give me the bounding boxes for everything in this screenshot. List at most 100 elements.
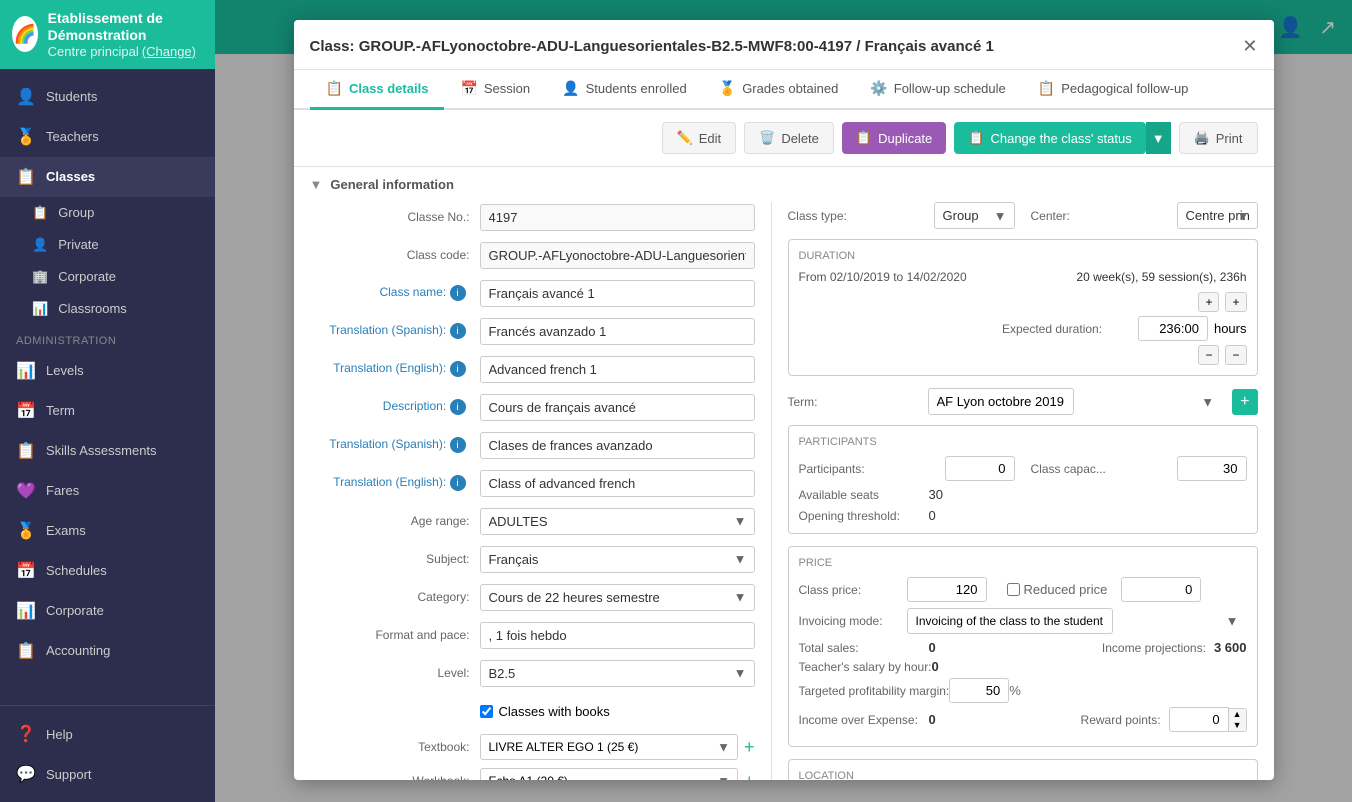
tab-grades-obtained[interactable]: 🏅 Grades obtained	[703, 70, 855, 110]
trans-spanish2-input[interactable]	[480, 432, 755, 459]
sidebar-item-classrooms[interactable]: 📊 Classrooms	[0, 293, 215, 325]
duration-plus1-button[interactable]: +	[1198, 292, 1219, 312]
sidebar-item-levels[interactable]: 📊 Levels	[0, 351, 215, 391]
duration-plus2-button[interactable]: +	[1225, 292, 1246, 312]
teachers-icon: 🏅	[16, 127, 36, 147]
term-add-button[interactable]: +	[1232, 389, 1257, 415]
sidebar-item-teachers[interactable]: 🏅 Teachers	[0, 117, 215, 157]
skills-icon: 📋	[16, 441, 36, 461]
participants-label: Participants:	[799, 462, 929, 476]
sidebar-item-corporate[interactable]: 🏢 Corporate	[0, 261, 215, 293]
subject-select[interactable]: Français	[480, 546, 755, 573]
workbook-add-button[interactable]: +	[738, 771, 755, 781]
income-projections-value: 3 600	[1214, 640, 1247, 655]
tab-session[interactable]: 📅 Session	[444, 70, 546, 110]
class-type-select[interactable]: Group	[934, 202, 1015, 229]
tab-follow-up-schedule[interactable]: ⚙️ Follow-up schedule	[854, 70, 1021, 110]
trans-spanish-info-icon: i	[450, 323, 466, 339]
edit-button[interactable]: ✏️ Edit	[662, 122, 737, 154]
students-icon: 👤	[16, 87, 36, 107]
form-row-classes-books: Classes with books	[480, 696, 755, 726]
form-row-trans-english: Translation (English): i	[310, 354, 755, 384]
hours-label: hours	[1214, 321, 1247, 336]
change-status-dropdown[interactable]: ▼	[1146, 122, 1171, 154]
reward-spin-down-button[interactable]: ▼	[1229, 720, 1246, 731]
tab-class-details[interactable]: 📋 Class details	[310, 70, 445, 110]
trans-english2-input[interactable]	[480, 470, 755, 497]
sidebar-item-private[interactable]: 👤 Private	[0, 229, 215, 261]
category-select[interactable]: Cours de 22 heures semestre	[480, 584, 755, 611]
age-range-select[interactable]: ADULTES	[480, 508, 755, 535]
trans-spanish-input[interactable]	[480, 318, 755, 345]
sidebar-item-help[interactable]: ❓ Help	[0, 714, 215, 754]
reduced-price-input[interactable]	[1121, 577, 1201, 602]
tab-students-enrolled[interactable]: 👤 Students enrolled	[546, 70, 703, 110]
center-select-wrap: Centre principal ▼	[1177, 202, 1258, 229]
class-capac-input[interactable]	[1177, 456, 1247, 481]
sidebar-item-term[interactable]: 📅 Term	[0, 391, 215, 431]
class-name-input[interactable]	[480, 280, 755, 307]
class-price-input[interactable]	[907, 577, 987, 602]
duration-plus-row: + +	[799, 292, 1247, 312]
sidebar-item-corporate2[interactable]: 📊 Corporate	[0, 591, 215, 631]
invoicing-select[interactable]: Invoicing of the class to the student	[907, 608, 1113, 634]
sidebar-item-accounting[interactable]: 📋 Accounting	[0, 631, 215, 671]
center-select[interactable]: Centre principal	[1177, 202, 1258, 229]
workbook-select[interactable]: Echo A1 (20 €)	[480, 768, 738, 780]
reward-points-label: Reward points:	[1081, 713, 1161, 727]
level-select[interactable]: B2.5	[480, 660, 755, 687]
reward-points-input[interactable]	[1169, 707, 1229, 732]
level-label: Level:	[310, 666, 480, 680]
close-button[interactable]: ✕	[1242, 36, 1257, 69]
sidebar-item-skills[interactable]: 📋 Skills Assessments	[0, 431, 215, 471]
type-center-row: Class type: Group ▼ Center: Centre pri	[788, 202, 1258, 229]
targeted-margin-input[interactable]	[949, 678, 1009, 703]
duration-dates-row: From 02/10/2019 to 14/02/2020 20 week(s)…	[799, 270, 1247, 284]
income-expense-value: 0	[929, 712, 936, 727]
class-type-select-wrap: Group ▼	[934, 202, 1015, 229]
sidebar-item-students[interactable]: 👤 Students	[0, 77, 215, 117]
classe-no-input[interactable]	[480, 204, 755, 231]
available-seats-row: Available seats 30	[799, 487, 1247, 502]
term-select[interactable]: AF Lyon octobre 2019	[928, 388, 1074, 415]
reward-spin-up-button[interactable]: ▲	[1229, 709, 1246, 720]
change-status-button[interactable]: 📋 Change the class' status	[954, 122, 1145, 154]
expected-duration-input[interactable]	[1138, 316, 1208, 341]
class-type-label: Class type:	[788, 209, 918, 223]
price-row: Class price: Reduced price	[799, 577, 1247, 602]
textbook-select[interactable]: LIVRE ALTER EGO 1 (25 €)	[480, 734, 738, 760]
trans-english-info-icon: i	[450, 361, 466, 377]
sidebar-item-group[interactable]: 📋 Group	[0, 197, 215, 229]
reward-spin-buttons: ▲ ▼	[1229, 708, 1247, 732]
delete-button[interactable]: 🗑️ Delete	[744, 122, 834, 154]
duration-minus1-button[interactable]: −	[1198, 345, 1219, 365]
form-row-classe-no: Classe No.:	[310, 202, 755, 232]
sidebar-item-classes[interactable]: 📋 Classes	[0, 157, 215, 197]
description-input[interactable]	[480, 394, 755, 421]
sidebar: 🌈 Etablissement de Démonstration Centre …	[0, 0, 215, 802]
format-pace-input[interactable]	[480, 622, 755, 649]
reduced-price-checkbox[interactable]	[1007, 583, 1020, 596]
levels-icon: 📊	[16, 361, 36, 381]
sidebar-item-fares[interactable]: 💜 Fares	[0, 471, 215, 511]
participants-section: Participants Participants: Class capac..…	[788, 425, 1258, 534]
print-button[interactable]: 🖨️ Print	[1179, 122, 1258, 154]
sidebar-item-exams[interactable]: 🏅 Exams	[0, 511, 215, 551]
class-code-input[interactable]	[480, 242, 755, 269]
duration-title: Duration	[799, 250, 1247, 262]
classes-with-books-checkbox[interactable]	[480, 705, 493, 718]
sidebar-item-support[interactable]: 💬 Support	[0, 754, 215, 794]
corporate2-icon: 📊	[16, 601, 36, 621]
exams-icon: 🏅	[16, 521, 36, 541]
sidebar-item-schedules[interactable]: 📅 Schedules	[0, 551, 215, 591]
reduced-price-label: Reduced price	[1007, 582, 1108, 597]
trans-english-input[interactable]	[480, 356, 755, 383]
tab-pedagogical-follow-up[interactable]: 📋 Pedagogical follow-up	[1022, 70, 1205, 110]
duplicate-button[interactable]: 📋 Duplicate	[842, 122, 946, 154]
duration-minus2-button[interactable]: −	[1225, 345, 1246, 365]
term-row: Term: AF Lyon octobre 2019 ▼ +	[788, 388, 1258, 415]
classrooms-icon: 📊	[32, 301, 48, 317]
trans-english2-label: Translation (English): i	[310, 475, 480, 492]
textbook-add-button[interactable]: +	[738, 737, 755, 758]
participants-input[interactable]	[945, 456, 1015, 481]
